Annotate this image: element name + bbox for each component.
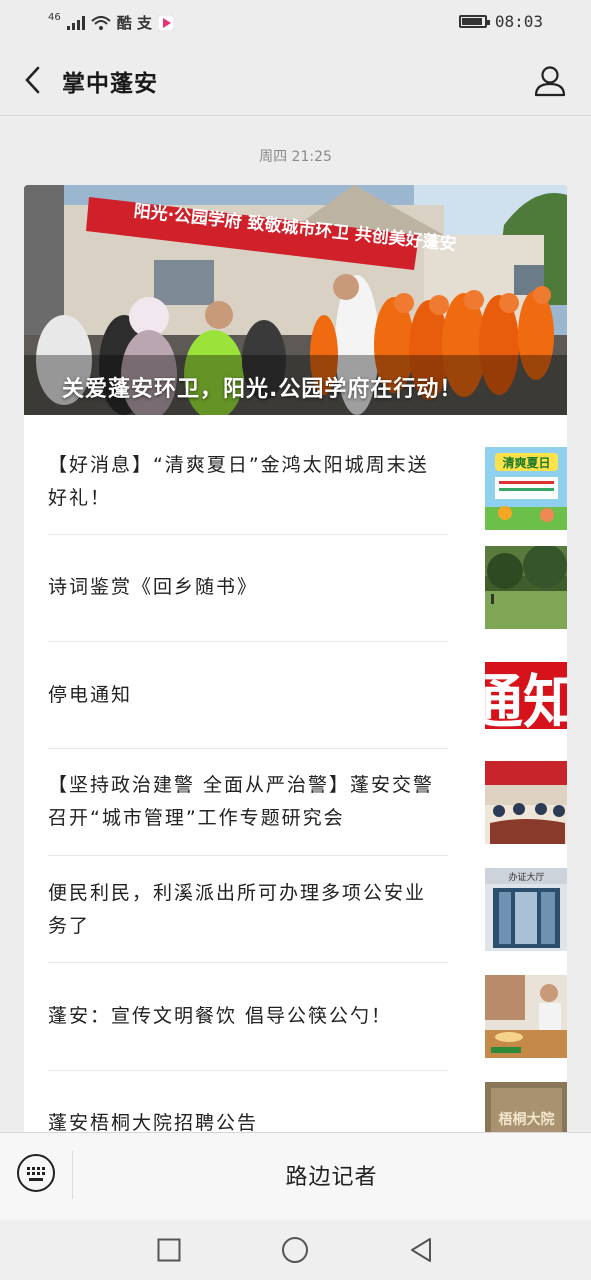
- thumb-summer-text: 清爽夏日: [502, 455, 550, 470]
- thumb-hall-text: 办证大厅: [508, 871, 544, 883]
- message-time: 周四 21:25: [259, 149, 332, 165]
- thumb-notice-text: 通知: [485, 668, 567, 736]
- list-item-title: 停电通知: [48, 684, 133, 706]
- back-button[interactable]: [16, 62, 48, 98]
- divider: [48, 748, 448, 749]
- status-right: 08:03: [458, 12, 543, 31]
- video-app-icon: [157, 14, 174, 31]
- list-item-title: 【好消息】“清爽夏日”金鸿太阳城周末送好礼！: [48, 454, 429, 509]
- thumb-wutong-text: 梧桐大院: [499, 1111, 555, 1128]
- list-item-thumbnail: [485, 761, 567, 844]
- list-item-title: 便民利民，利溪派出所可办理多项公安业务了: [48, 882, 427, 937]
- chevron-left-icon: [25, 66, 40, 94]
- home-button[interactable]: [277, 1232, 313, 1268]
- list-item-thumbnail: 通知: [485, 654, 567, 737]
- list-item-title: 诗词鉴赏《回乡随书》: [48, 576, 259, 598]
- circle-icon: [282, 1237, 308, 1263]
- signal-icon: [66, 15, 85, 30]
- list-item[interactable]: 诗词鉴赏《回乡随书》: [48, 546, 567, 629]
- status-time: 08:03: [494, 12, 543, 31]
- status-bar: 46 酷 支 08:03: [0, 0, 591, 44]
- status-left: 46 酷 支: [48, 12, 174, 33]
- list-item-thumbnail: [485, 975, 567, 1058]
- article-card: 阳光·公园学府 致敬城市环卫 共创美好蓬安 关爱蓬安环卫，阳光.公园学府在行动！…: [24, 185, 567, 1185]
- triangle-back-icon: [411, 1238, 431, 1262]
- top-header: 掌中蓬安: [0, 44, 591, 116]
- hero-article[interactable]: 阳光·公园学府 致敬城市环卫 共创美好蓬安 关爱蓬安环卫，阳光.公园学府在行动！: [24, 185, 567, 415]
- divider: [48, 962, 448, 963]
- divider: [48, 1070, 448, 1071]
- square-icon: [157, 1238, 181, 1262]
- page-title: 掌中蓬安: [62, 71, 158, 97]
- divider: [48, 855, 448, 856]
- list-item[interactable]: 蓬安：宣传文明餐饮 倡导公筷公勺！: [48, 975, 567, 1058]
- list-item-thumbnail: [485, 546, 567, 629]
- person-icon: [534, 66, 566, 97]
- divider: [48, 641, 448, 642]
- menu-button-reporter[interactable]: 路边记者: [72, 1159, 591, 1191]
- list-item[interactable]: 停电通知 通知: [48, 654, 567, 737]
- list-item[interactable]: 【坚持政治建警 全面从严治警】蓬安交警召开“城市管理”工作专题研究会: [48, 761, 567, 844]
- divider: [48, 534, 448, 535]
- signal-label: 46: [48, 12, 61, 23]
- status-app-icons: 酷 支: [116, 14, 152, 32]
- list-item[interactable]: 【好消息】“清爽夏日”金鸿太阳城周末送好礼！ 清爽夏日: [48, 447, 567, 530]
- keyboard-icon: [17, 1154, 55, 1192]
- keyboard-toggle-button[interactable]: [16, 1153, 56, 1193]
- list-item-thumbnail: 办证大厅: [485, 868, 567, 951]
- system-nav-bar: [0, 1220, 591, 1280]
- back-nav-button[interactable]: [403, 1232, 439, 1268]
- list-item[interactable]: 便民利民，利溪派出所可办理多项公安业务了 办证大厅: [48, 868, 567, 951]
- list-item-title: 蓬安：宣传文明餐饮 倡导公筷公勺！: [48, 1005, 393, 1027]
- hero-caption: 关爱蓬安环卫，阳光.公园学府在行动！: [62, 377, 463, 402]
- profile-button[interactable]: [533, 64, 567, 98]
- list-item-thumbnail: 清爽夏日: [485, 447, 567, 530]
- list-item-title: 【坚持政治建警 全面从严治警】蓬安交警召开“城市管理”工作专题研究会: [48, 774, 435, 829]
- recents-button[interactable]: [151, 1232, 187, 1268]
- wifi-icon: [91, 15, 111, 30]
- battery-icon: [458, 15, 490, 28]
- bottom-menu-bar: 路边记者: [0, 1132, 591, 1220]
